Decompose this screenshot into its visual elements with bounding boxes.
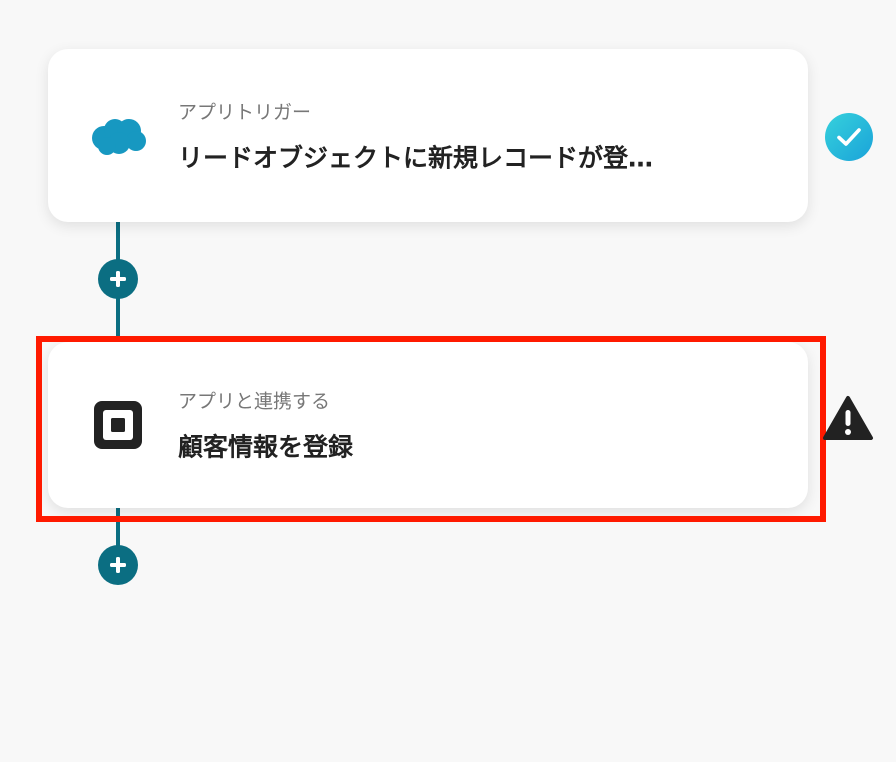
step-kind-label: アプリトリガー	[178, 101, 312, 123]
plus-icon	[110, 557, 126, 573]
check-circle-icon	[825, 113, 873, 161]
step-title: 顧客情報を登録	[178, 432, 354, 462]
step-kind-label: アプリと連携する	[178, 390, 331, 413]
add-step-button[interactable]	[98, 545, 138, 585]
trigger-step-card[interactable]: アプリトリガー リードオブジェクトに新規レコードが登…	[48, 49, 808, 222]
add-step-button[interactable]	[98, 259, 138, 299]
action-step-card[interactable]: アプリと連携する 顧客情報を登録	[48, 342, 808, 508]
salesforce-cloud-icon	[88, 106, 148, 166]
warning-triangle-icon	[822, 394, 874, 442]
square-logo-icon	[88, 395, 148, 455]
step-title: リードオブジェクトに新規レコードが登…	[178, 143, 654, 172]
plus-icon	[110, 271, 126, 287]
